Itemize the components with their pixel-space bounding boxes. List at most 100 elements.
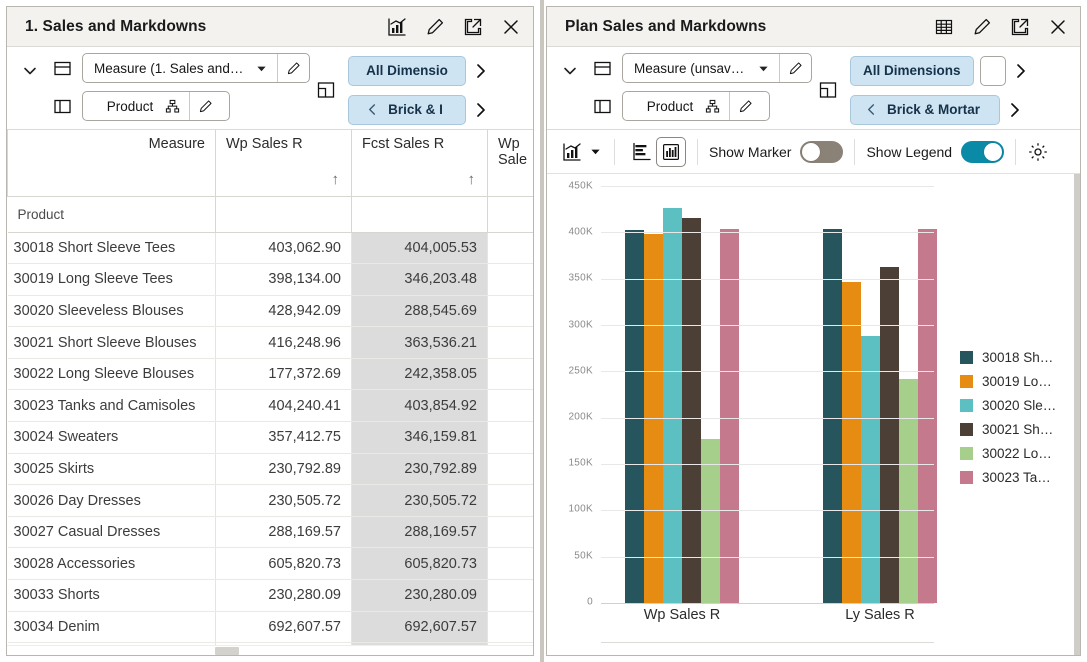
horizontal-bar-icon[interactable] xyxy=(626,137,656,167)
close-icon[interactable] xyxy=(1048,17,1068,37)
cell-wp-sale-partial[interactable] xyxy=(487,579,533,612)
cell-wp-sales-r[interactable]: 288,169.57 xyxy=(215,516,352,549)
column-header-wp-sales-r[interactable]: Wp Sales R ↑ xyxy=(215,130,352,197)
selected-dimension-chip[interactable]: Brick & I xyxy=(348,94,466,125)
legend-item[interactable]: 30022 Lo… xyxy=(960,446,1076,461)
table-row[interactable]: 30022 Long Sleeve Blouses 177,372.69 242,3… xyxy=(7,358,533,391)
chevron-right-icon[interactable] xyxy=(1012,62,1030,80)
hierarchy-icon[interactable] xyxy=(165,99,189,114)
table-row[interactable]: 30024 Sweaters 357,412.75 346,159.81 xyxy=(7,421,533,454)
chevron-down-icon[interactable] xyxy=(22,63,38,79)
chart-type-icon[interactable] xyxy=(557,137,587,167)
table-row[interactable]: 30034 Denim 692,607.57 692,607.57 xyxy=(7,611,533,644)
edit-icon[interactable] xyxy=(972,17,992,37)
table-row[interactable]: 30027 Casual Dresses 288,169.57 288,169.57 xyxy=(7,516,533,549)
hierarchy-icon[interactable] xyxy=(705,99,729,114)
chevron-right-icon[interactable] xyxy=(472,101,490,119)
table-row[interactable]: 30020 Sleeveless Blouses 428,942.09 288,54… xyxy=(7,295,533,328)
cell-wp-sales-r[interactable]: 230,280.09 xyxy=(215,579,352,612)
table-row[interactable]: 30033 Shorts 230,280.09 230,280.09 xyxy=(7,579,533,612)
edit-icon[interactable] xyxy=(425,17,445,37)
table-row[interactable]: 30028 Accessories 605,820.73 605,820.73 xyxy=(7,547,533,581)
cell-wp-sale-partial[interactable] xyxy=(487,453,533,486)
panel-layout-icon[interactable] xyxy=(818,80,838,100)
bar[interactable] xyxy=(842,282,861,603)
cell-fcst-sales-r[interactable]: 346,159.81 xyxy=(351,421,488,454)
edit-icon[interactable] xyxy=(278,61,309,76)
cell-wp-sale-partial[interactable] xyxy=(487,295,533,328)
cell-wp-sale-partial[interactable] xyxy=(487,484,533,517)
chevron-right-icon[interactable] xyxy=(472,62,490,80)
show-marker-toggle[interactable] xyxy=(800,140,844,163)
panel-layout-icon[interactable] xyxy=(316,80,336,100)
legend-item[interactable]: 30019 Lo… xyxy=(960,374,1076,389)
sort-ascending-icon[interactable]: ↑ xyxy=(332,171,340,188)
table-row[interactable]: 30026 Day Dresses 230,505.72 230,505.72 xyxy=(7,484,533,517)
chevron-down-icon[interactable] xyxy=(756,63,779,74)
bar[interactable] xyxy=(899,378,918,603)
table-icon[interactable] xyxy=(934,17,954,37)
all-dimensions-chip[interactable]: All Dimensio xyxy=(348,55,466,86)
cell-wp-sales-r[interactable]: 230,505.72 xyxy=(215,484,352,517)
cell-fcst-sales-r[interactable]: 288,169.57 xyxy=(351,516,488,549)
table-row[interactable]: 30023 Tanks and Camisoles 404,240.41 403,8… xyxy=(7,389,533,423)
chevron-left-icon[interactable] xyxy=(856,103,887,116)
cell-fcst-sales-r[interactable]: 230,792.89 xyxy=(351,453,488,486)
cell-wp-sale-partial[interactable] xyxy=(487,263,533,296)
cell-fcst-sales-r[interactable]: 230,280.09 xyxy=(351,579,488,612)
bar[interactable] xyxy=(663,208,682,603)
cell-wp-sales-r[interactable]: 428,942.09 xyxy=(215,295,352,328)
cell-wp-sale-partial[interactable] xyxy=(487,358,533,391)
measure-table[interactable]: Measure Wp Sales R ↑ Fcst Sales R ↑ Wp S… xyxy=(7,130,533,655)
product-dimension-pill[interactable]: Product xyxy=(82,91,230,121)
cell-wp-sales-r[interactable]: 605,820.73 xyxy=(215,547,352,581)
legend-item[interactable]: 30020 Sle… xyxy=(960,398,1076,413)
scrollbar-thumb[interactable] xyxy=(215,647,239,655)
cell-fcst-sales-r[interactable]: 288,545.69 xyxy=(351,295,488,328)
sort-ascending-icon[interactable]: ↑ xyxy=(468,171,476,188)
cell-wp-sale-partial[interactable] xyxy=(487,232,533,265)
bar[interactable] xyxy=(861,336,880,603)
cell-wp-sales-r[interactable]: 692,607.57 xyxy=(215,611,352,644)
cell-fcst-sales-r[interactable]: 230,505.72 xyxy=(351,484,488,517)
expand-icon[interactable] xyxy=(1010,17,1030,37)
measure-select[interactable]: Measure (unsaved) xyxy=(622,53,812,83)
table-row[interactable]: 30025 Skirts 230,792.89 230,792.89 xyxy=(7,453,533,486)
legend-item[interactable]: 30023 Ta… xyxy=(960,470,1076,485)
chevron-right-icon[interactable] xyxy=(1006,101,1024,119)
vertical-bar-icon[interactable] xyxy=(656,136,686,167)
cell-wp-sales-r[interactable]: 177,372.69 xyxy=(215,358,352,391)
chevron-down-icon[interactable] xyxy=(254,63,277,74)
cell-fcst-sales-r[interactable]: 363,536.21 xyxy=(351,326,488,359)
selected-dimension-chip[interactable]: Brick & Mortar xyxy=(850,94,1000,125)
table-row[interactable]: 30018 Short Sleeve Tees 403,062.90 404,005… xyxy=(7,232,533,265)
close-icon[interactable] xyxy=(501,17,521,37)
edit-icon[interactable] xyxy=(730,99,761,114)
bar[interactable] xyxy=(625,229,644,603)
gear-icon[interactable] xyxy=(1027,141,1049,163)
chart-icon[interactable] xyxy=(387,17,407,37)
cell-wp-sale-partial[interactable] xyxy=(487,389,533,423)
bar[interactable] xyxy=(720,228,739,603)
column-header-fcst-sales-r[interactable]: Fcst Sales R ↑ xyxy=(351,130,488,197)
cell-wp-sales-r[interactable]: 398,134.00 xyxy=(215,263,352,296)
show-legend-toggle[interactable] xyxy=(961,140,1005,163)
table-row[interactable]: 30019 Long Sleeve Tees 398,134.00 346,203.… xyxy=(7,263,533,296)
edit-icon[interactable] xyxy=(190,99,221,114)
cell-wp-sale-partial[interactable] xyxy=(487,547,533,581)
cell-wp-sale-partial[interactable] xyxy=(487,611,533,644)
all-dimensions-chip[interactable]: All Dimensions xyxy=(850,55,974,86)
table-horizontal-scrollbar[interactable] xyxy=(7,645,533,655)
cell-fcst-sales-r[interactable]: 404,005.53 xyxy=(351,232,488,265)
cell-fcst-sales-r[interactable]: 403,854.92 xyxy=(351,389,488,423)
legend-item[interactable]: 30021 Sh… xyxy=(960,422,1076,437)
cell-wp-sales-r[interactable]: 404,240.41 xyxy=(215,389,352,423)
cell-wp-sales-r[interactable]: 357,412.75 xyxy=(215,421,352,454)
next-dimension-chip-partial[interactable] xyxy=(979,55,1006,86)
product-dimension-pill[interactable]: Product xyxy=(622,91,770,121)
cell-fcst-sales-r[interactable]: 605,820.73 xyxy=(351,547,488,581)
cell-wp-sales-r[interactable]: 230,792.89 xyxy=(215,453,352,486)
expand-icon[interactable] xyxy=(463,17,483,37)
chevron-down-icon[interactable] xyxy=(562,63,578,79)
table-row[interactable]: 30021 Short Sleeve Blouses 416,248.96 363,… xyxy=(7,326,533,359)
